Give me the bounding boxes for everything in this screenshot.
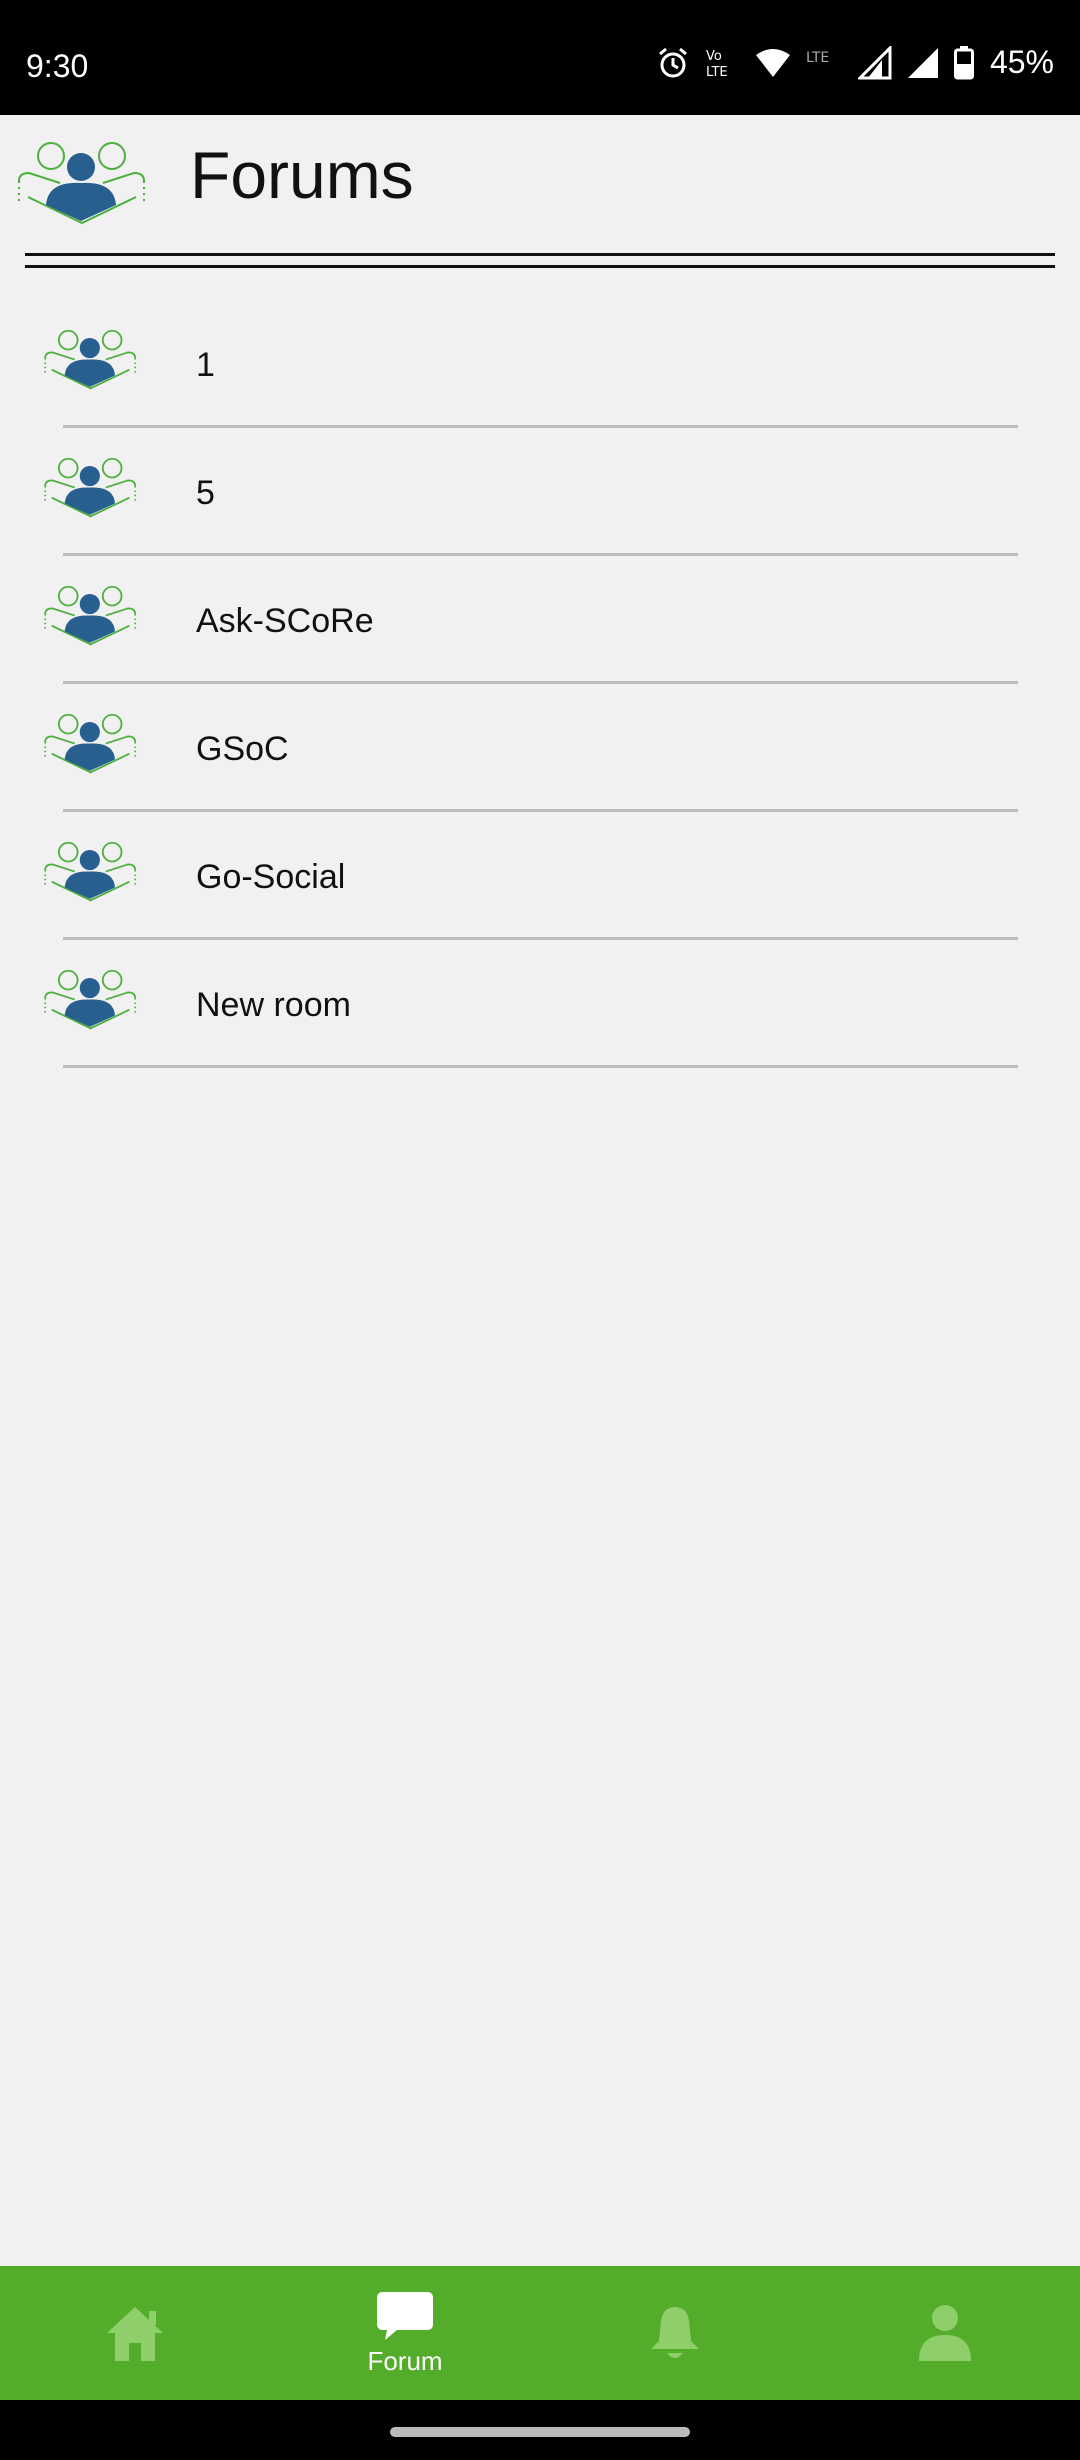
forum-group-icon	[44, 329, 137, 390]
forum-list-item[interactable]: GSoC	[0, 684, 1080, 812]
svg-text:LTE: LTE	[806, 50, 829, 66]
alarm-icon	[658, 47, 687, 77]
user-icon	[919, 2305, 971, 2361]
forum-group-icon	[44, 969, 137, 1030]
forum-list-item[interactable]: 1	[0, 300, 1080, 428]
nav-label: Forum	[367, 2345, 443, 2376]
forum-name: 1	[196, 346, 215, 384]
volte-icon: Vo LTE	[706, 49, 728, 80]
forum-name: GSoC	[196, 730, 289, 768]
page-header: Forums	[0, 115, 1080, 275]
lte-icon: LTE	[806, 50, 829, 66]
gesture-bar	[0, 2400, 1080, 2460]
forum-list-item[interactable]: Go-Social	[0, 812, 1080, 940]
forum-list-item[interactable]: 5	[0, 428, 1080, 556]
forum-list-item[interactable]: New room	[0, 940, 1080, 1068]
chat-bubble-icon	[377, 2291, 433, 2340]
forum-group-icon	[44, 585, 137, 646]
forum-group-icon	[44, 841, 137, 902]
status-time: 9:30	[26, 48, 89, 84]
home-icon	[107, 2307, 163, 2361]
wifi-icon	[755, 48, 790, 77]
forum-name: Go-Social	[196, 858, 346, 896]
signal-icon	[907, 47, 938, 78]
status-icons: Vo LTE LTE 45%	[656, 44, 1054, 81]
forum-name: 5	[196, 474, 215, 512]
forum-list-item[interactable]: Ask-SCoRe	[0, 556, 1080, 684]
bottom-nav: Forum	[0, 2266, 1080, 2400]
signal-icon	[857, 45, 892, 79]
forum-group-icon	[18, 142, 145, 225]
svg-text:Vo: Vo	[706, 49, 722, 64]
header-divider	[25, 265, 1055, 268]
nav-profile[interactable]	[810, 2266, 1080, 2400]
page-title: Forums	[190, 138, 414, 212]
svg-text:LTE: LTE	[706, 65, 728, 80]
bell-icon	[651, 2307, 699, 2358]
nav-forum[interactable]: Forum	[270, 2266, 540, 2400]
forum-name: Ask-SCoRe	[196, 602, 374, 640]
forum-group-icon	[44, 713, 137, 774]
nav-home[interactable]	[0, 2266, 270, 2400]
header-divider	[25, 253, 1055, 256]
battery-percent: 45%	[989, 44, 1054, 80]
forum-list: 1 5 Ask-SCoRe GSoC Go-Social New room	[0, 300, 1080, 1068]
battery-icon	[953, 45, 974, 79]
forum-group-icon	[44, 457, 137, 518]
nav-notifications[interactable]	[540, 2266, 810, 2400]
home-gesture-handle[interactable]	[390, 2427, 690, 2437]
status-bar: 9:30 Vo LTE LTE 45%	[0, 0, 1080, 115]
list-divider	[63, 1065, 1018, 1068]
forum-name: New room	[196, 986, 351, 1024]
